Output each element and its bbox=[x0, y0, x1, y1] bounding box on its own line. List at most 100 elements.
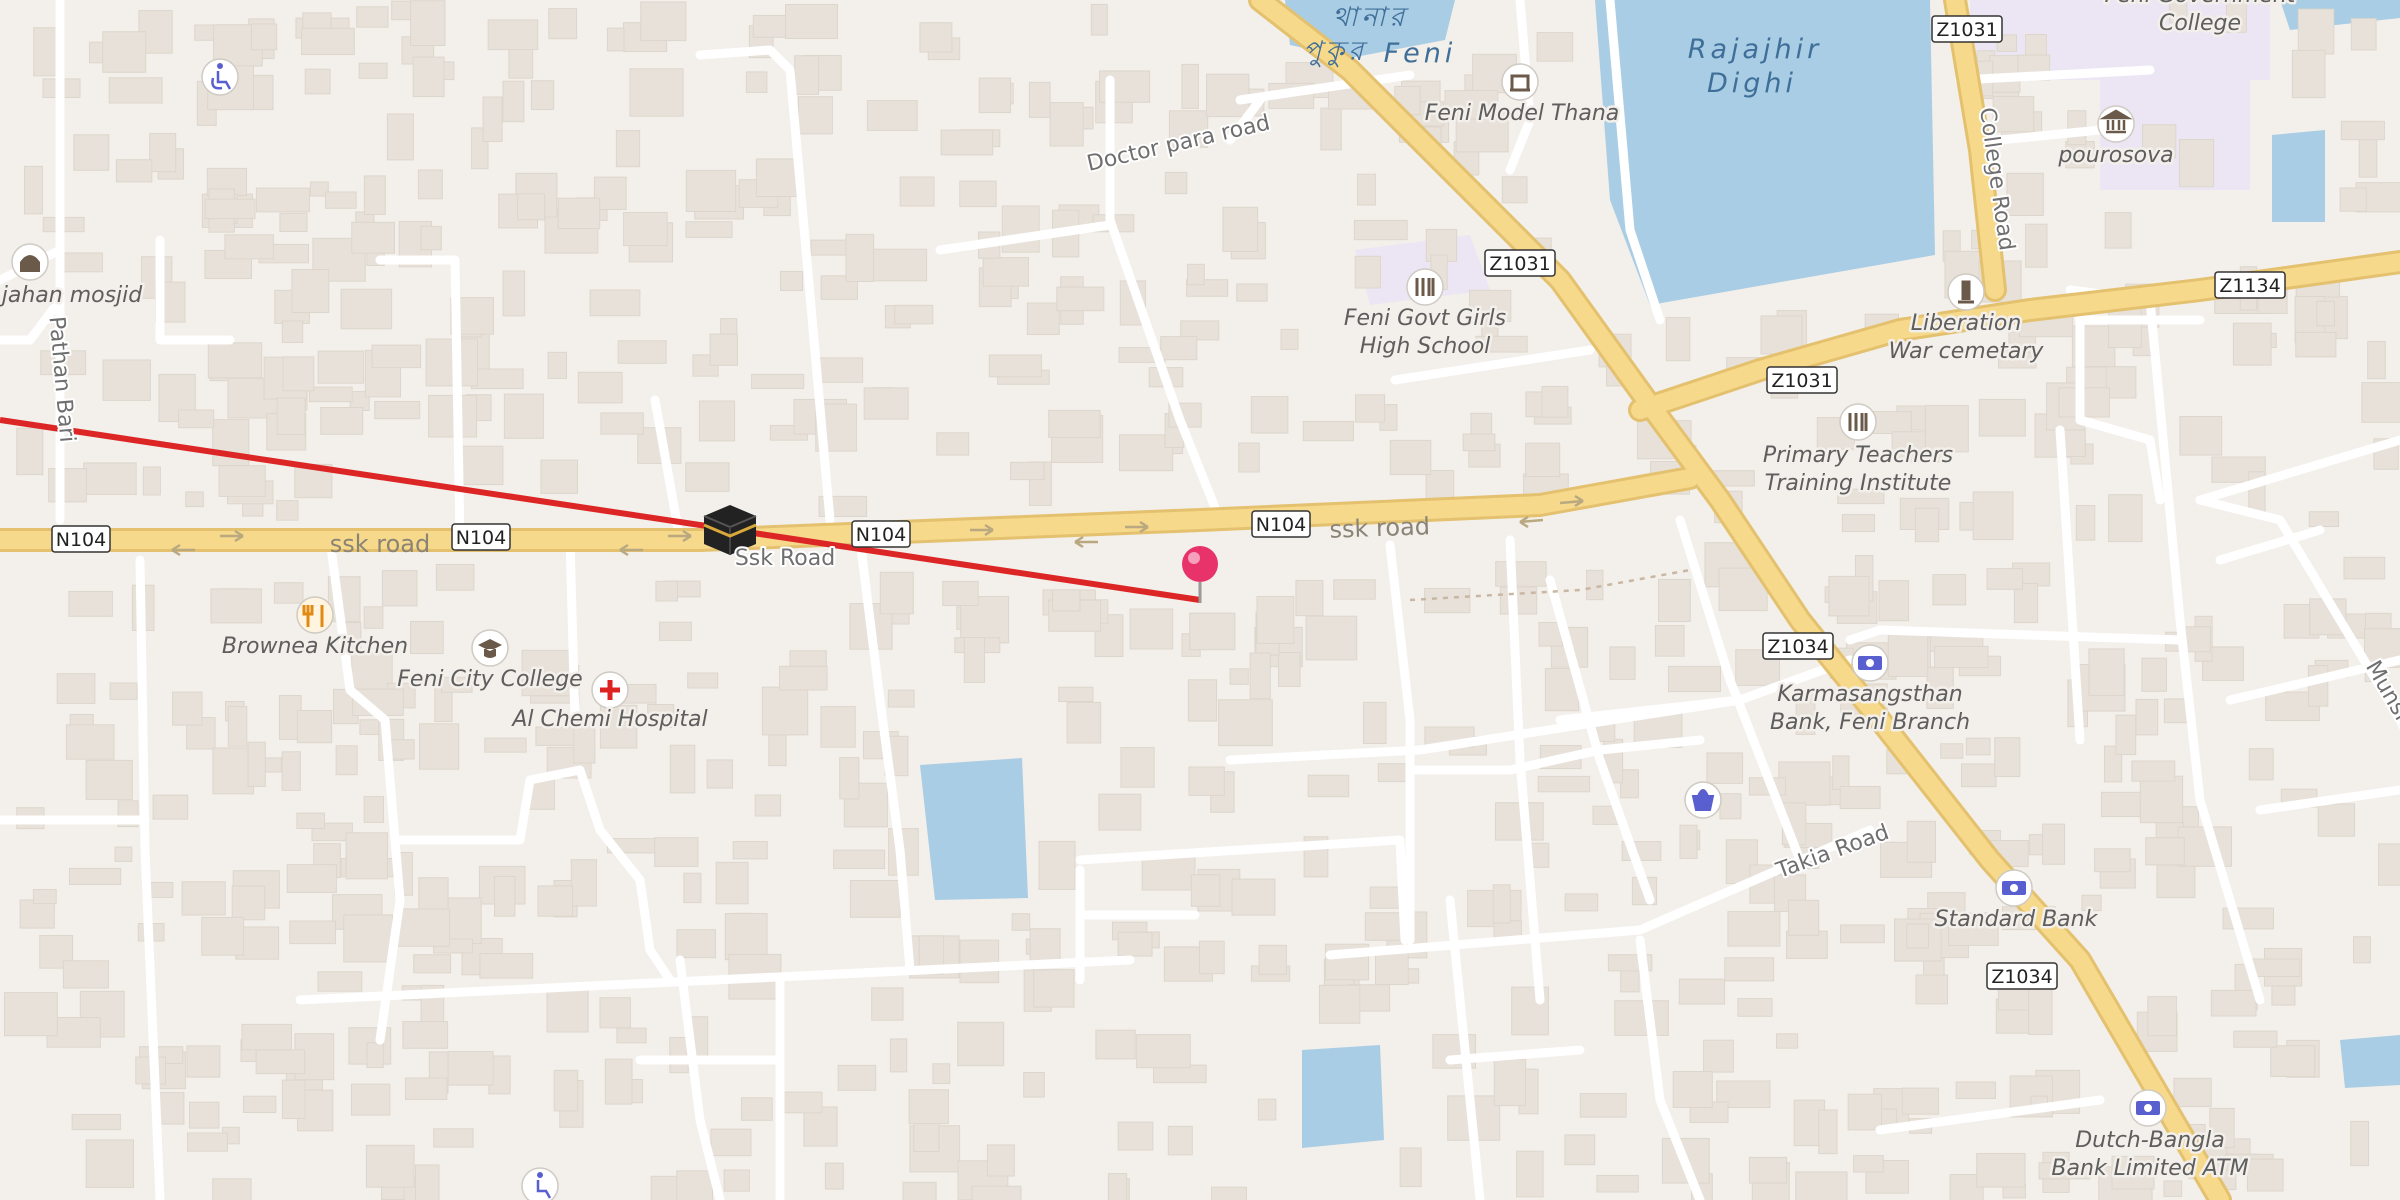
wheelchair-icon[interactable] bbox=[201, 58, 239, 96]
shop-icon[interactable] bbox=[1684, 781, 1722, 819]
townhall-icon[interactable] bbox=[2097, 105, 2135, 143]
building bbox=[685, 221, 733, 238]
building bbox=[363, 606, 384, 629]
building bbox=[255, 187, 310, 213]
building bbox=[291, 269, 330, 313]
building bbox=[62, 960, 109, 989]
shield-z1134: Z1134 bbox=[2214, 271, 2286, 299]
building bbox=[381, 570, 418, 607]
building bbox=[73, 134, 110, 171]
building bbox=[546, 987, 589, 1033]
svg-text:N104: N104 bbox=[856, 524, 906, 546]
building bbox=[1994, 737, 2021, 778]
bank-icon[interactable] bbox=[1995, 869, 2033, 907]
building bbox=[894, 304, 934, 325]
building bbox=[102, 31, 147, 73]
map-canvas[interactable]: N104 N104 N104 N104 Z1031 Z1031 Z1031 Z1… bbox=[0, 0, 2400, 1200]
svg-text:Z1034: Z1034 bbox=[1991, 966, 2052, 988]
building bbox=[537, 885, 573, 917]
building bbox=[1934, 645, 1989, 669]
school-icon[interactable] bbox=[1839, 403, 1877, 441]
building bbox=[2343, 556, 2386, 580]
building bbox=[1117, 931, 1153, 957]
bank-icon[interactable] bbox=[1851, 644, 1889, 682]
building bbox=[2361, 382, 2400, 423]
building bbox=[978, 77, 1012, 114]
building bbox=[386, 113, 414, 161]
building bbox=[1536, 32, 1574, 62]
building bbox=[818, 357, 864, 383]
building bbox=[669, 744, 696, 794]
building bbox=[1620, 769, 1639, 799]
building bbox=[1052, 589, 1081, 612]
building bbox=[276, 500, 299, 521]
restaurant-icon[interactable] bbox=[296, 596, 334, 634]
poi-label-jahan-mosjid: jahan mosjid bbox=[0, 283, 143, 308]
building bbox=[872, 248, 928, 282]
building bbox=[181, 881, 226, 916]
building bbox=[109, 682, 138, 700]
building bbox=[19, 899, 55, 929]
building bbox=[1703, 1039, 1734, 1073]
wheelchair-icon[interactable] bbox=[521, 1167, 559, 1200]
building bbox=[325, 191, 357, 209]
building bbox=[837, 1064, 877, 1091]
building bbox=[114, 846, 133, 862]
building bbox=[548, 8, 578, 40]
building bbox=[1847, 1093, 1882, 1131]
building bbox=[308, 386, 353, 403]
building bbox=[1010, 461, 1045, 481]
building bbox=[343, 914, 393, 963]
building bbox=[1167, 1125, 1193, 1156]
mosque-icon[interactable] bbox=[11, 243, 49, 281]
water-label-rajajhir: Rajajhir bbox=[1688, 34, 1823, 65]
building bbox=[1355, 394, 1386, 423]
poi-label-war-cemetary: War cemetary bbox=[1889, 339, 2045, 364]
building bbox=[2340, 120, 2385, 141]
building bbox=[723, 1169, 750, 1192]
building bbox=[683, 872, 702, 904]
building bbox=[1211, 1186, 1247, 1200]
building bbox=[2075, 505, 2096, 541]
building bbox=[296, 812, 325, 829]
building bbox=[397, 908, 450, 947]
water-label-dighi: Dighi bbox=[1707, 68, 1797, 99]
building bbox=[320, 407, 364, 435]
building bbox=[1493, 1058, 1527, 1107]
monument-icon[interactable] bbox=[1947, 273, 1985, 311]
hospital-icon[interactable] bbox=[591, 671, 629, 709]
college-icon[interactable] bbox=[471, 629, 509, 667]
building bbox=[715, 861, 749, 905]
building bbox=[2353, 936, 2371, 964]
building bbox=[741, 1097, 773, 1121]
building bbox=[1333, 579, 1376, 600]
building bbox=[2317, 803, 2356, 837]
building bbox=[281, 751, 301, 791]
building bbox=[1541, 386, 1569, 418]
building bbox=[227, 706, 248, 747]
building bbox=[2108, 494, 2143, 543]
building bbox=[420, 225, 442, 251]
building bbox=[56, 673, 96, 704]
building bbox=[1901, 1087, 1939, 1115]
building bbox=[685, 462, 730, 492]
building bbox=[768, 732, 787, 767]
building bbox=[212, 747, 254, 795]
atm-icon[interactable] bbox=[2129, 1089, 2167, 1127]
building bbox=[1278, 652, 1301, 687]
building bbox=[1596, 1174, 1639, 1193]
building bbox=[317, 971, 363, 992]
school-icon[interactable] bbox=[1406, 268, 1444, 306]
building bbox=[433, 1128, 474, 1148]
shield-n104-1: N104 bbox=[51, 525, 111, 553]
building bbox=[2131, 760, 2176, 782]
building bbox=[1257, 1098, 1277, 1121]
building bbox=[1932, 574, 1967, 606]
building bbox=[1972, 491, 2014, 541]
poi-label-primary-teachers: Primary Teachers bbox=[1763, 443, 1953, 468]
building bbox=[2316, 300, 2336, 327]
police-icon[interactable] bbox=[1501, 63, 1539, 101]
building bbox=[879, 571, 914, 615]
building bbox=[356, 6, 389, 28]
building bbox=[251, 23, 278, 51]
